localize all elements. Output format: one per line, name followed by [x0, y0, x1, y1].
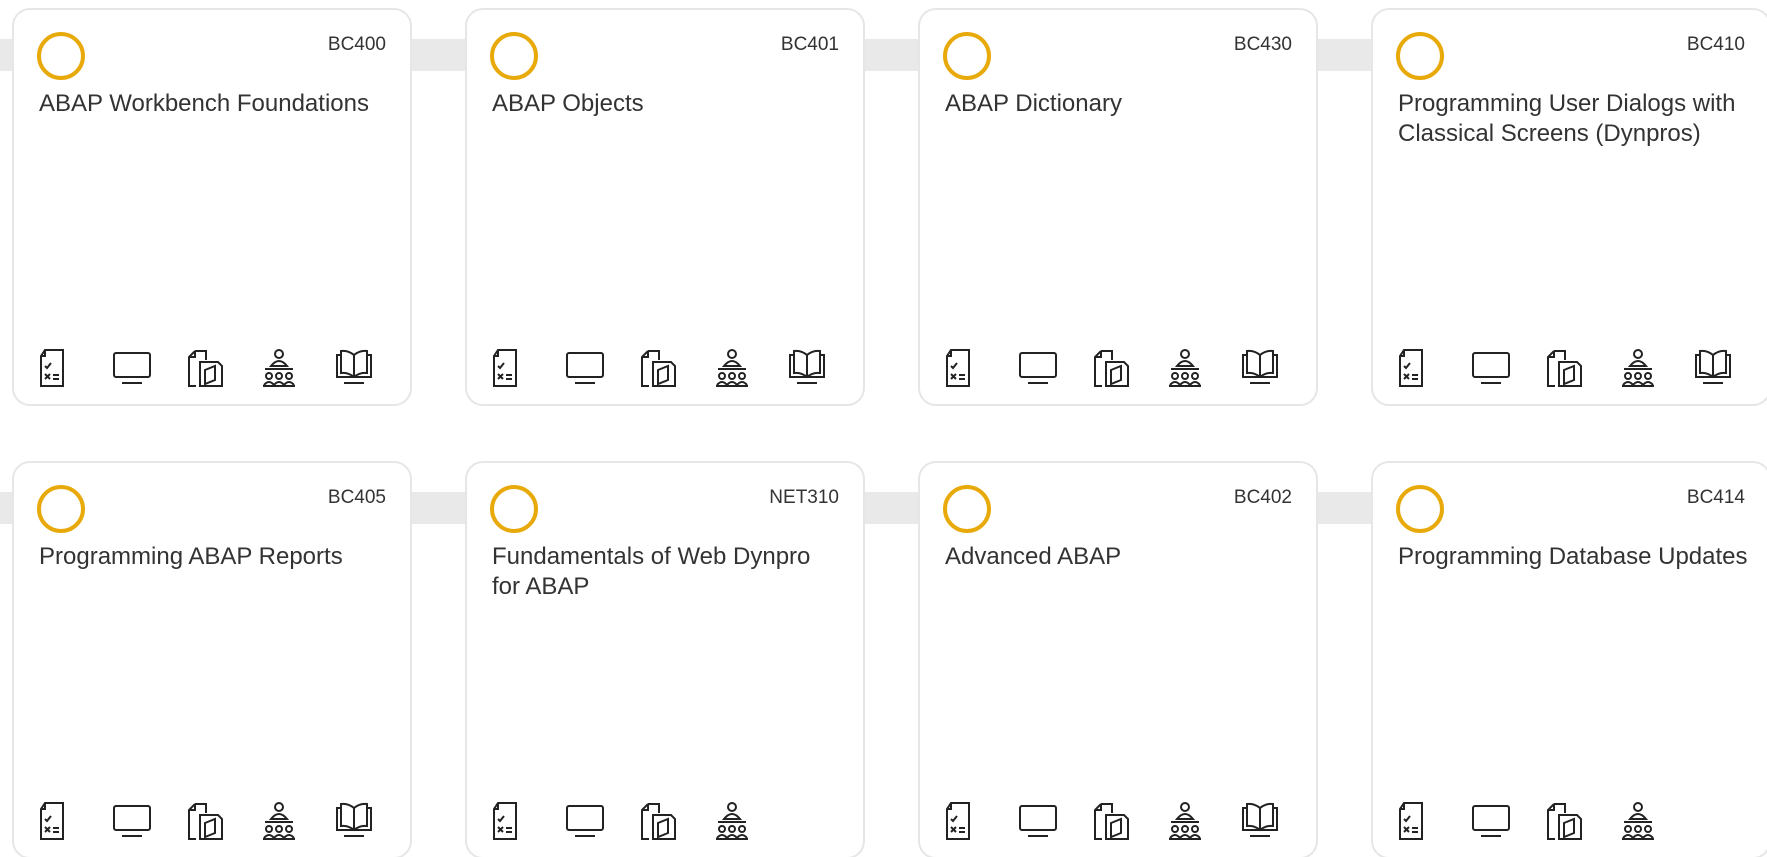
book-icon: [1240, 796, 1314, 846]
course-card[interactable]: BC430 ABAP Dictionary: [918, 8, 1318, 406]
course-title: Advanced ABAP: [945, 543, 1122, 570]
course-code: BC414: [1686, 487, 1745, 508]
documents-icon: [1092, 796, 1166, 846]
course-card[interactable]: NET310 Fundamentals of Web Dynpro for AB…: [465, 461, 865, 857]
exam-sheet-icon: [491, 343, 565, 393]
course-title: Programming User Dialogs with Classical …: [1398, 90, 1736, 147]
exam-sheet-icon: [944, 796, 1018, 846]
book-icon: [334, 343, 408, 393]
documents-icon: [639, 796, 713, 846]
format-icons: [491, 796, 787, 846]
monitor-icon: [1018, 343, 1092, 393]
classroom-icon: [1619, 343, 1693, 393]
monitor-icon: [112, 796, 186, 846]
course-code: BC430: [1233, 34, 1292, 55]
monitor-icon: [565, 343, 639, 393]
documents-icon: [639, 343, 713, 393]
status-ring-icon: [1396, 32, 1444, 80]
course-title: ABAP Workbench Foundations: [39, 90, 369, 117]
course-code: BC402: [1233, 487, 1292, 508]
monitor-icon: [1018, 796, 1092, 846]
status-ring-icon: [37, 32, 85, 80]
course-code: BC405: [327, 487, 386, 508]
classroom-icon: [713, 796, 787, 846]
course-card[interactable]: BC400 ABAP Workbench Foundations: [12, 8, 412, 406]
course-card[interactable]: BC401 ABAP Objects: [465, 8, 865, 406]
course-title: ABAP Dictionary: [945, 90, 1122, 117]
format-icons: [944, 343, 1314, 393]
monitor-icon: [565, 796, 639, 846]
exam-sheet-icon: [1397, 796, 1471, 846]
book-icon: [1240, 343, 1314, 393]
book-icon: [787, 343, 861, 393]
course-code: NET310: [769, 487, 839, 508]
documents-icon: [1545, 796, 1619, 846]
documents-icon: [1545, 343, 1619, 393]
path-curve: [0, 39, 10, 524]
documents-icon: [186, 343, 260, 393]
course-title: Programming Database Updates: [1398, 543, 1748, 570]
course-card[interactable]: BC405 Programming ABAP Reports: [12, 461, 412, 857]
classroom-icon: [1166, 796, 1240, 846]
course-code: BC401: [780, 34, 839, 55]
course-code: BC400: [327, 34, 386, 55]
format-icons: [1397, 796, 1693, 846]
course-card[interactable]: BC414 Programming Database Updates: [1371, 461, 1767, 857]
course-title: Programming ABAP Reports: [39, 543, 343, 570]
exam-sheet-icon: [944, 343, 1018, 393]
course-title: ABAP Objects: [492, 90, 644, 117]
status-ring-icon: [37, 485, 85, 533]
status-ring-icon: [1396, 485, 1444, 533]
book-icon: [334, 796, 408, 846]
format-icons: [491, 343, 861, 393]
status-ring-icon: [490, 32, 538, 80]
exam-sheet-icon: [491, 796, 565, 846]
classroom-icon: [260, 796, 334, 846]
format-icons: [944, 796, 1314, 846]
documents-icon: [186, 796, 260, 846]
course-code: BC410: [1686, 34, 1745, 55]
format-icons: [38, 796, 408, 846]
exam-sheet-icon: [38, 343, 112, 393]
documents-icon: [1092, 343, 1166, 393]
exam-sheet-icon: [38, 796, 112, 846]
status-ring-icon: [490, 485, 538, 533]
book-icon: [1693, 343, 1767, 393]
status-ring-icon: [943, 485, 991, 533]
curriculum-path: BC400 ABAP Workbench Foundations BC401 A…: [0, 0, 1767, 857]
course-card[interactable]: BC410 Programming User Dialogs with Clas…: [1371, 8, 1767, 406]
exam-sheet-icon: [1397, 343, 1471, 393]
format-icons: [38, 343, 408, 393]
monitor-icon: [1471, 343, 1545, 393]
monitor-icon: [112, 343, 186, 393]
monitor-icon: [1471, 796, 1545, 846]
classroom-icon: [1166, 343, 1240, 393]
classroom-icon: [1619, 796, 1693, 846]
classroom-icon: [260, 343, 334, 393]
format-icons: [1397, 343, 1767, 393]
status-ring-icon: [943, 32, 991, 80]
course-card[interactable]: BC402 Advanced ABAP: [918, 461, 1318, 857]
classroom-icon: [713, 343, 787, 393]
course-title: Fundamentals of Web Dynpro for ABAP: [492, 543, 811, 600]
